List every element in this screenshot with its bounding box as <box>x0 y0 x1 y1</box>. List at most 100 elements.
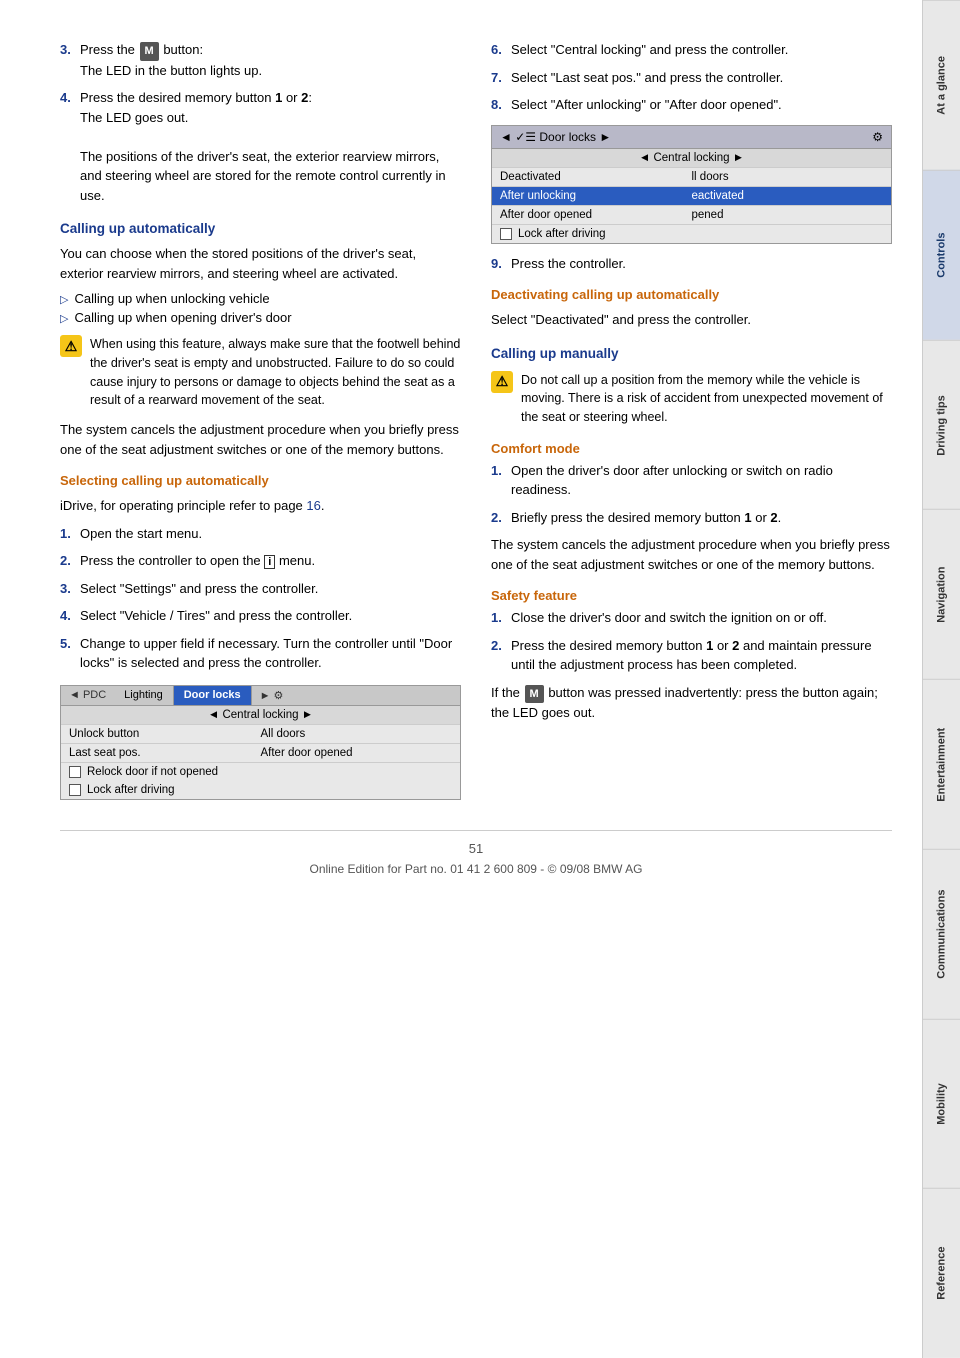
ui-row-after-door-opened: After door opened pened <box>492 206 891 225</box>
ui-col-last-seat-label: Last seat pos. <box>69 747 261 759</box>
warning-box-1: ⚠ When using this feature, always make s… <box>60 335 461 410</box>
step-4-num: 4. <box>60 88 80 205</box>
step-l1-num: 1. <box>60 524 80 544</box>
ui-box2-header: ◄ ✓☰ Door locks ► ⚙ <box>492 126 891 149</box>
lock-after-driving-checkbox[interactable] <box>500 228 512 240</box>
calling-up-auto-heading: Calling up automatically <box>60 221 461 236</box>
step-4-detail1: The LED goes out. <box>80 110 188 125</box>
safety-feature-heading: Safety feature <box>491 588 892 603</box>
sidebar-tab-reference[interactable]: Reference <box>923 1188 960 1358</box>
step-r8: 8. Select "After unlocking" or "After do… <box>491 95 892 115</box>
calling-up-auto-body: You can choose when the stored positions… <box>60 244 461 283</box>
step-3-text: Press the M button: The LED in the butto… <box>80 40 461 80</box>
relock-checkbox[interactable] <box>69 766 81 778</box>
tab-pdc: ◄ PDC <box>61 686 114 705</box>
deactivating-heading: Deactivating calling up automatically <box>491 287 892 302</box>
ui-row-deactivated: Deactivated ll doors <box>492 168 891 187</box>
step-c1-text: Open the driver's door after unlocking o… <box>511 461 892 500</box>
system-note-1: The system cancels the adjustment proced… <box>60 420 461 459</box>
ui-row-lock-after-driving: Lock after driving <box>492 225 891 243</box>
step-l3-text: Select "Settings" and press the controll… <box>80 579 461 599</box>
tab-door-locks-selected[interactable]: Door locks <box>174 686 252 705</box>
step-c2-num: 2. <box>491 508 511 528</box>
warning-text-1: When using this feature, always make sur… <box>90 335 461 410</box>
sidebar-tab-controls[interactable]: Controls <box>923 170 960 340</box>
footer-text: Online Edition for Part no. 01 41 2 600 … <box>60 862 892 876</box>
ui-row-unlock-button: Unlock button All doors <box>61 725 460 744</box>
step-r7-num: 7. <box>491 68 511 88</box>
sidebar-tab-driving-tips[interactable]: Driving tips <box>923 340 960 510</box>
ui-col-all-doors: All doors <box>261 728 453 740</box>
step-r9-num: 9. <box>491 254 511 274</box>
sidebar-tab-navigation[interactable]: Navigation <box>923 509 960 679</box>
warning-text-2: Do not call up a position from the memor… <box>521 371 892 427</box>
lock-driving-checkbox[interactable] <box>69 784 81 796</box>
ui-box-door-locks-1: ◄ PDC Lighting Door locks ► ⚙ ◄ Central … <box>60 685 461 800</box>
step-r6: 6. Select "Central locking" and press th… <box>491 40 892 60</box>
i-menu-icon: i <box>264 555 275 569</box>
step-r7-text: Select "Last seat pos." and press the co… <box>511 68 892 88</box>
step-l3: 3. Select "Settings" and press the contr… <box>60 579 461 599</box>
page-ref-link[interactable]: 16 <box>306 498 320 513</box>
step-r9: 9. Press the controller. <box>491 254 892 274</box>
ui-sub-header-2: ◄ Central locking ► <box>492 149 891 168</box>
warning-icon-1: ⚠ <box>60 335 82 357</box>
ui-row-after-unlocking: After unlocking eactivated <box>492 187 891 206</box>
lock-driving-label: Lock after driving <box>87 784 175 796</box>
step-l3-num: 3. <box>60 579 80 599</box>
step-l2-text: Press the controller to open the i menu. <box>80 551 461 571</box>
step-l4-text: Select "Vehicle / Tires" and press the c… <box>80 606 461 626</box>
step-l1: 1. Open the start menu. <box>60 524 461 544</box>
right-column: 6. Select "Central locking" and press th… <box>491 40 892 810</box>
step-l1-text: Open the start menu. <box>80 524 461 544</box>
ui-box2-header-text: ◄ ✓☰ Door locks ► <box>500 130 611 144</box>
calling-manually-heading: Calling up manually <box>491 346 892 361</box>
ui-deactivated-label: Deactivated <box>500 171 692 183</box>
lock-after-driving-label: Lock after driving <box>518 228 606 240</box>
step-r6-num: 6. <box>491 40 511 60</box>
bullet-arrow-2: ▷ <box>60 312 68 325</box>
deactivating-text: Select "Deactivated" and press the contr… <box>491 310 892 330</box>
step-3-num: 3. <box>60 40 80 80</box>
ui-eactivated: eactivated <box>692 190 884 202</box>
page-number: 51 <box>60 841 892 856</box>
sidebar-tab-communications[interactable]: Communications <box>923 849 960 1019</box>
m-button-icon: M <box>140 42 159 61</box>
step-s1: 1. Close the driver's door and switch th… <box>491 608 892 628</box>
ui-box-door-locks-2: ◄ ✓☰ Door locks ► ⚙ ◄ Central locking ► … <box>491 125 892 244</box>
ui-sub-header-1: ◄ Central locking ► <box>61 706 460 725</box>
sidebar-tab-at-a-glance[interactable]: At a glance <box>923 0 960 170</box>
step-s2-text: Press the desired memory button 1 or 2 a… <box>511 636 892 675</box>
step-r9-text: Press the controller. <box>511 254 892 274</box>
ui-ll-doors: ll doors <box>692 171 884 183</box>
sidebar-tab-entertainment[interactable]: Entertainment <box>923 679 960 849</box>
step-r7: 7. Select "Last seat pos." and press the… <box>491 68 892 88</box>
bullet-arrow-1: ▷ <box>60 293 68 306</box>
step-3: 3. Press the M button: The LED in the bu… <box>60 40 461 80</box>
sidebar: At a glance Controls Driving tips Naviga… <box>922 0 960 1358</box>
step-s1-text: Close the driver's door and switch the i… <box>511 608 892 628</box>
step-c1: 1. Open the driver's door after unlockin… <box>491 461 892 500</box>
relock-label: Relock door if not opened <box>87 766 218 778</box>
sidebar-tab-mobility[interactable]: Mobility <box>923 1019 960 1189</box>
ui-col-after-door: After door opened <box>261 747 453 759</box>
m-button-icon-2: M <box>525 685 544 704</box>
tab-lighting: Lighting <box>114 686 174 705</box>
idrive-ref: iDrive, for operating principle refer to… <box>60 496 461 516</box>
comfort-mode-heading: Comfort mode <box>491 441 892 456</box>
step-s1-num: 1. <box>491 608 511 628</box>
step-s2: 2. Press the desired memory button 1 or … <box>491 636 892 675</box>
ui-row-last-seat: Last seat pos. After door opened <box>61 744 460 763</box>
ui-col-unlock-label: Unlock button <box>69 728 261 740</box>
tab-nav-right: ► ⚙ <box>252 686 292 705</box>
step-4-text: Press the desired memory button 1 or 2: … <box>80 88 461 205</box>
step-l5-text: Change to upper field if necessary. Turn… <box>80 634 461 673</box>
bullet-unlocking: ▷ Calling up when unlocking vehicle <box>60 291 461 306</box>
step-3-detail: The LED in the button lights up. <box>80 63 262 78</box>
step-4: 4. Press the desired memory button 1 or … <box>60 88 461 205</box>
ui-after-unlocking-label: After unlocking <box>500 190 692 202</box>
safety-note: If the M button was pressed inadvertentl… <box>491 683 892 723</box>
page-footer: 51 Online Edition for Part no. 01 41 2 6… <box>60 830 892 876</box>
step-c1-num: 1. <box>491 461 511 500</box>
selecting-heading: Selecting calling up automatically <box>60 473 461 488</box>
